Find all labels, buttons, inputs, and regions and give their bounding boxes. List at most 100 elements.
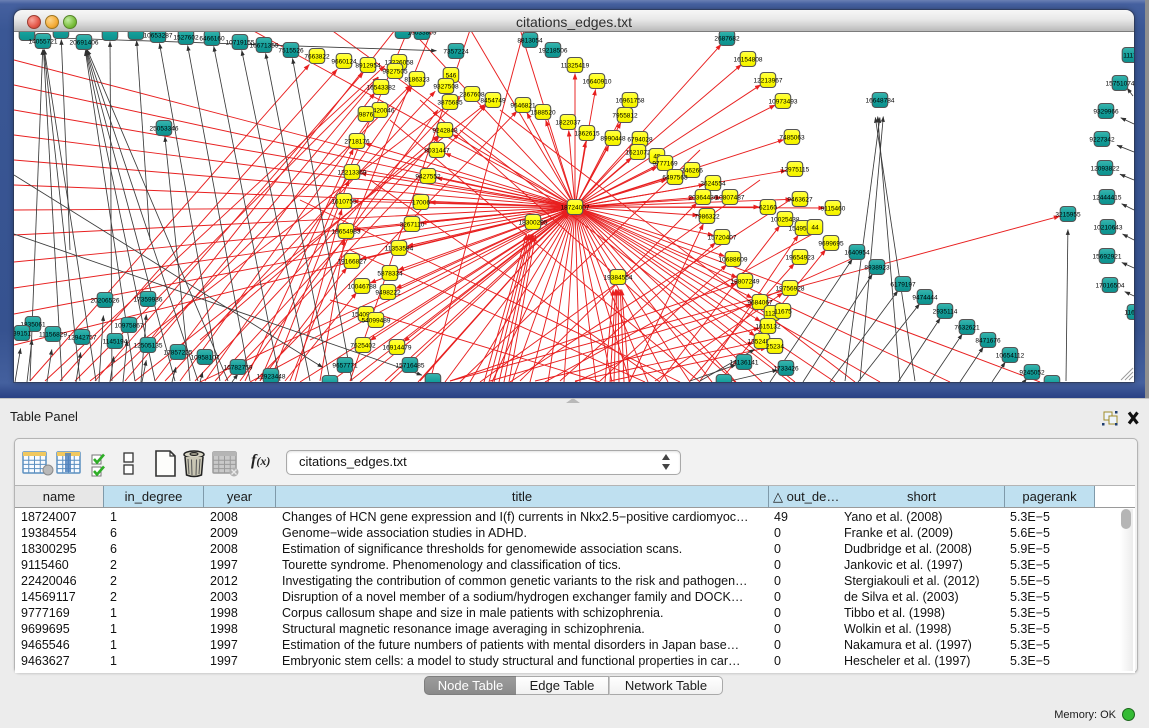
svg-text:7357224: 7357224	[443, 49, 469, 56]
svg-text:3624554: 3624554	[700, 181, 726, 188]
svg-text:1610755: 1610755	[331, 199, 357, 206]
svg-text:20206526: 20206526	[91, 298, 120, 305]
svg-text:9115460: 9115460	[821, 206, 846, 213]
svg-text:3215955: 3215955	[1055, 212, 1081, 219]
svg-text:9777169: 9777169	[652, 161, 678, 168]
svg-text:8813054: 8813054	[517, 38, 543, 45]
svg-text:7986322: 7986322	[694, 214, 720, 221]
svg-text:9329966: 9329966	[1093, 109, 1119, 116]
svg-text:12093822: 12093822	[1091, 166, 1120, 173]
svg-text:54099489: 54099489	[362, 318, 391, 325]
svg-text:12975115: 12975115	[781, 167, 810, 174]
svg-text:16782759: 16782759	[224, 365, 253, 372]
svg-text:10958107: 10958107	[191, 355, 220, 362]
svg-text:116753: 116753	[1124, 310, 1134, 317]
svg-text:19218506: 19218506	[539, 48, 568, 55]
svg-text:19654983: 19654983	[332, 229, 361, 236]
svg-text:10654112: 10654112	[996, 353, 1025, 360]
svg-text:17359936: 17359936	[134, 297, 163, 304]
svg-text:25234: 25234	[766, 344, 784, 351]
svg-text:11675: 11675	[774, 309, 792, 316]
svg-text:17016504: 17016504	[1096, 283, 1125, 290]
svg-text:9699695: 9699695	[818, 241, 844, 248]
svg-text:9646821: 9646821	[510, 103, 536, 110]
svg-text:16033809: 16033809	[408, 32, 437, 37]
svg-text:6179197: 6179197	[890, 282, 916, 289]
svg-text:2687682: 2687682	[714, 36, 740, 43]
svg-text:10973493: 10973493	[769, 99, 798, 106]
svg-text:1640954: 1640954	[844, 250, 870, 257]
svg-text:1362615: 1362615	[574, 131, 600, 138]
svg-text:7632621: 7632621	[954, 325, 980, 332]
svg-text:9498222: 9498222	[375, 290, 401, 297]
svg-text:3267110: 3267110	[400, 222, 425, 229]
svg-text:19384554: 19384554	[604, 275, 633, 282]
svg-text:19654923: 19654923	[786, 255, 815, 262]
svg-text:1822037: 1822037	[555, 120, 581, 127]
svg-text:7485063: 7485063	[779, 135, 805, 142]
svg-text:6794028: 6794028	[627, 137, 653, 144]
svg-text:9474444: 9474444	[912, 295, 938, 302]
svg-text:7625402: 7625402	[350, 343, 376, 350]
svg-text:12444415: 12444415	[1093, 195, 1122, 202]
svg-text:9245052: 9245052	[1019, 370, 1045, 377]
svg-text:62160: 62160	[759, 205, 777, 212]
svg-text:15720407: 15720407	[708, 235, 737, 242]
svg-text:8912954: 8912954	[355, 63, 381, 70]
svg-text:1733426: 1733426	[773, 366, 799, 373]
svg-text:9463627: 9463627	[787, 197, 813, 204]
svg-text:8454749: 8454749	[480, 98, 506, 105]
svg-text:20691406: 20691406	[70, 40, 99, 47]
svg-text:9827505: 9827505	[382, 69, 408, 76]
svg-text:12213369: 12213369	[338, 170, 367, 177]
svg-text:9242848: 9242848	[432, 128, 458, 135]
svg-text:9427552: 9427552	[415, 174, 441, 181]
svg-text:10688609: 10688609	[719, 257, 748, 264]
svg-text:17857225: 17857225	[164, 350, 193, 357]
svg-text:9660124: 9660124	[331, 59, 357, 66]
svg-text:8471676: 8471676	[975, 338, 1001, 345]
svg-text:6497568: 6497568	[662, 175, 688, 182]
svg-text:7515526: 7515526	[278, 48, 304, 55]
svg-text:20364436: 20364436	[689, 195, 718, 202]
svg-text:16154808: 16154808	[734, 57, 763, 64]
svg-text:7663822: 7663822	[304, 54, 330, 61]
svg-text:12505135: 12505135	[134, 343, 163, 350]
svg-text:14055721: 14055721	[29, 39, 58, 46]
svg-text:18724007: 18724007	[561, 205, 590, 212]
svg-text:14136141: 14136141	[730, 360, 759, 367]
svg-text:25053346: 25053346	[150, 126, 179, 133]
svg-text:15692921: 15692921	[1093, 254, 1122, 261]
svg-text:10210643: 10210643	[1094, 225, 1123, 232]
svg-text:15716485: 15716485	[396, 363, 425, 370]
svg-text:12213967: 12213967	[754, 78, 783, 85]
svg-text:10653287: 10653287	[144, 33, 173, 40]
svg-text:12942757: 12942757	[68, 335, 97, 342]
svg-text:9327508: 9327508	[433, 84, 459, 91]
svg-text:8186323: 8186323	[404, 77, 430, 84]
svg-text:6466160: 6466160	[199, 36, 225, 43]
svg-text:15751074: 15751074	[1106, 81, 1134, 88]
svg-text:10975867: 10975867	[115, 323, 144, 330]
svg-text:16640910: 16640910	[583, 79, 612, 86]
svg-text:746266: 746266	[681, 168, 703, 175]
svg-text:16961758: 16961758	[616, 98, 645, 105]
svg-text:3875685: 3875685	[437, 100, 463, 107]
svg-text:16648784: 16648784	[866, 98, 895, 105]
svg-text:2718176: 2718176	[344, 139, 370, 146]
svg-text:16914479: 16914479	[383, 345, 412, 352]
svg-text:2935114: 2935114	[933, 309, 958, 316]
svg-text:5878334: 5878334	[377, 271, 403, 278]
svg-text:1117: 1117	[1123, 53, 1134, 60]
svg-text:16543382: 16543382	[367, 85, 396, 92]
svg-text:11353594: 11353594	[385, 246, 414, 253]
svg-text:11325419: 11325419	[561, 63, 590, 70]
svg-text:1615132: 1615132	[755, 324, 781, 331]
svg-text:18300295: 18300295	[519, 220, 548, 227]
svg-text:44: 44	[811, 225, 819, 232]
svg-text:8990448: 8990448	[600, 136, 626, 143]
svg-text:10046788: 10046788	[348, 284, 377, 291]
svg-text:9227342: 9227342	[1089, 137, 1115, 144]
svg-text:12923448: 12923448	[257, 374, 286, 381]
svg-text:7955812: 7955812	[612, 113, 638, 120]
